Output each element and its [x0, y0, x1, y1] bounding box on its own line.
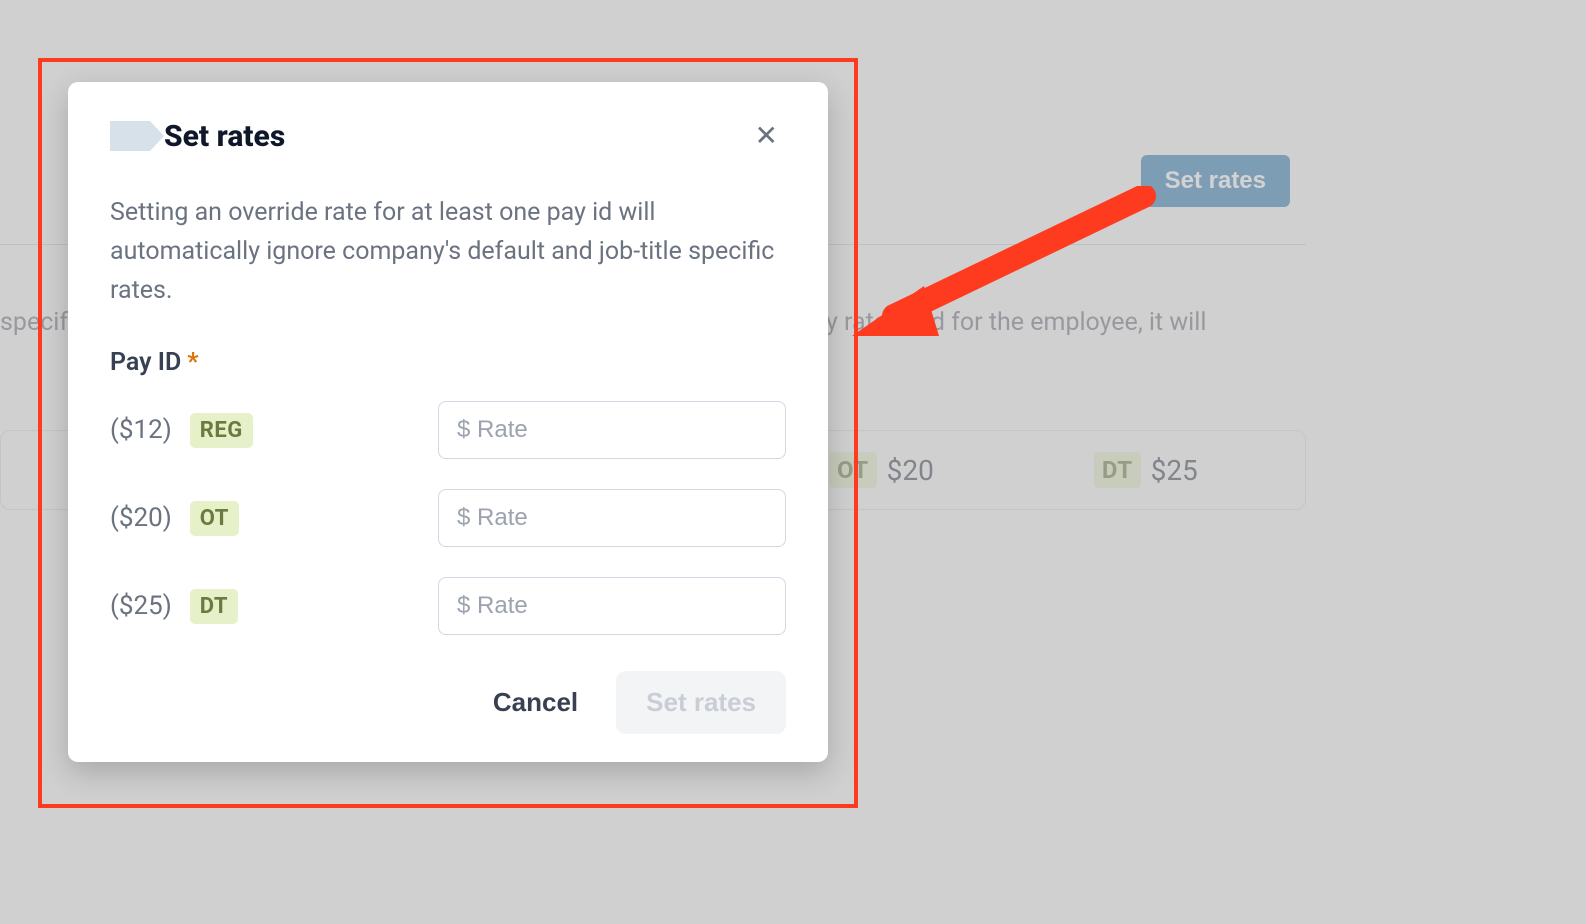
pay-row-ot: ($20) OT: [110, 489, 786, 547]
current-amount: ($25): [110, 591, 172, 621]
pay-row-left: ($20) OT: [110, 501, 438, 536]
rate-input-reg[interactable]: [438, 401, 786, 459]
pay-row-left: ($25) DT: [110, 589, 438, 624]
rate-input-ot[interactable]: [438, 489, 786, 547]
current-amount: ($20): [110, 503, 172, 533]
pay-row-reg: ($12) REG: [110, 401, 786, 459]
set-rates-submit-button[interactable]: Set rates: [616, 671, 786, 734]
pay-id-label: Pay ID*: [110, 348, 786, 377]
pay-row-left: ($12) REG: [110, 413, 438, 448]
modal-title: Set rates: [164, 119, 285, 154]
current-amount: ($12): [110, 415, 172, 445]
dt-badge: DT: [190, 589, 238, 624]
cancel-button[interactable]: Cancel: [483, 675, 588, 730]
pay-row-dt: ($25) DT: [110, 577, 786, 635]
required-star: *: [187, 348, 198, 377]
close-button[interactable]: ✕: [747, 118, 786, 154]
set-rates-modal: Set rates ✕ Setting an override rate for…: [68, 82, 828, 762]
modal-description: Setting an override rate for at least on…: [110, 194, 786, 310]
reg-badge: REG: [190, 413, 253, 448]
modal-title-wrap: Set rates: [110, 119, 285, 154]
modal-header: Set rates ✕: [110, 118, 786, 154]
modal-actions: Cancel Set rates: [110, 671, 786, 734]
pay-id-label-text: Pay ID: [110, 348, 181, 377]
close-icon: ✕: [755, 120, 778, 151]
tag-icon: [110, 121, 150, 151]
ot-badge: OT: [190, 501, 239, 536]
rate-input-dt[interactable]: [438, 577, 786, 635]
